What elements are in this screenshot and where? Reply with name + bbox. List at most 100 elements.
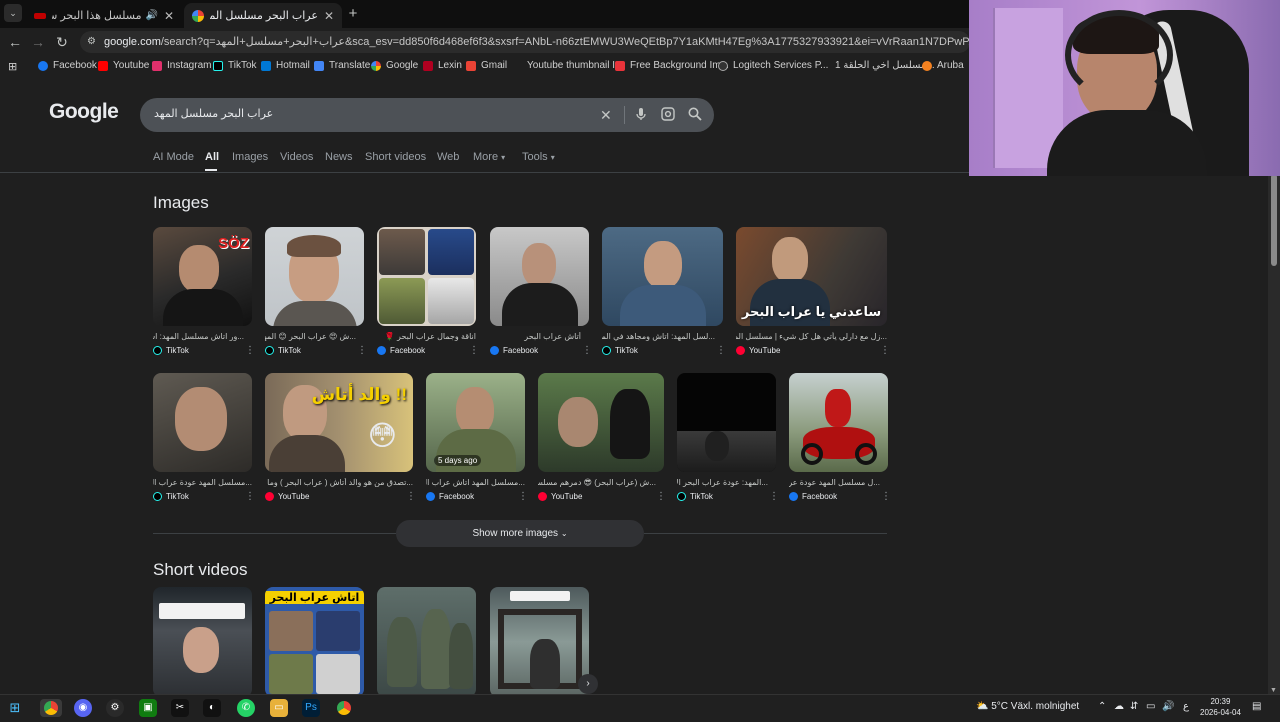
tab-more[interactable]: More ▾ — [473, 151, 505, 163]
thumbnail[interactable] — [789, 373, 888, 472]
language-indicator[interactable]: ع — [1183, 701, 1189, 712]
image-source[interactable]: Facebook — [426, 492, 474, 501]
bookmark-youtube[interactable]: Youtube — [98, 60, 149, 71]
image-source[interactable]: YouTube — [736, 346, 780, 355]
image-result-6[interactable]: ساعدني يا عراب البحر ...زل مع دارلي يأتي… — [736, 227, 890, 357]
image-source[interactable]: Facebook — [377, 346, 425, 355]
image-result-7[interactable]: ...مسلسل المهد عودة عراب البحر TikTok ⋮ — [153, 373, 255, 503]
short-video-3[interactable] — [377, 587, 476, 694]
more-options-icon[interactable]: ⋮ — [880, 345, 890, 356]
thumbnail[interactable] — [602, 227, 723, 326]
lens-icon[interactable] — [661, 107, 675, 124]
thumbnail[interactable] — [490, 227, 589, 326]
thumbnail[interactable]: SÖZ — [153, 227, 252, 326]
bookmark-tiktok[interactable]: TikTok — [213, 60, 257, 71]
tab-images[interactable]: Images — [232, 151, 268, 163]
tray-chevron-icon[interactable]: ⌃ — [1098, 701, 1106, 712]
volume-icon[interactable]: 🔊 — [1162, 701, 1174, 712]
notifications-icon[interactable]: ▤ — [1252, 701, 1261, 712]
thumbnail[interactable] — [490, 587, 589, 694]
image-result-1[interactable]: SÖZ ...ور اتاش مسلسل المهد: استحر TikTok… — [153, 227, 255, 357]
more-options-icon[interactable]: ⋮ — [769, 491, 779, 502]
image-result-10[interactable]: ...ش (عراب البحر) 😎 دمرهم مسلسل YouTube … — [538, 373, 666, 503]
thumbnail[interactable] — [377, 587, 476, 694]
image-source[interactable]: TikTok — [677, 492, 713, 501]
scrollbar-thumb[interactable] — [1271, 174, 1277, 266]
bookmark-gmail[interactable]: Gmail — [466, 60, 507, 71]
windows-start-icon[interactable]: ⊞ — [6, 699, 24, 717]
monitor-icon[interactable]: ▭ — [1146, 701, 1155, 712]
image-source[interactable]: TikTok — [602, 346, 638, 355]
bookmark-free-background[interactable]: Free Background Im... — [615, 60, 729, 71]
search-query[interactable]: عراب البحر مسلسل المهد — [154, 107, 273, 120]
image-result-9[interactable]: 5 days ago ...مسلسل المهد اتاش عراب البح… — [426, 373, 528, 503]
weather-widget[interactable]: ⛅ 5°C Växl. molnighet — [976, 701, 1079, 712]
tab-search-button[interactable]: ⌄ — [4, 4, 22, 22]
image-result-4[interactable]: أتاش عراب البحر Facebook ⋮ — [490, 227, 592, 357]
more-options-icon[interactable]: ⋮ — [357, 345, 367, 356]
thumbnail[interactable] — [377, 227, 476, 326]
chrome-second-icon[interactable] — [335, 699, 353, 717]
image-source[interactable]: YouTube — [265, 492, 309, 501]
image-source[interactable]: TikTok — [153, 492, 189, 501]
thumbnail[interactable] — [153, 587, 252, 694]
image-result-11[interactable]: ...المهد: عودة عراب البحر الأ TikTok ⋮ — [677, 373, 779, 503]
search-icon[interactable] — [688, 107, 702, 124]
search-box[interactable]: عراب البحر مسلسل المهد ✕ — [140, 98, 714, 132]
thumbnail[interactable] — [677, 373, 776, 472]
photoshop-icon[interactable]: Ps — [302, 699, 320, 717]
discord-icon[interactable]: ◉ — [74, 699, 92, 717]
more-options-icon[interactable]: ⋮ — [245, 345, 255, 356]
image-result-12[interactable]: ...ل مسلسل المهد عودة عراب البحر Faceboo… — [789, 373, 891, 503]
carousel-next-button[interactable]: › — [578, 674, 598, 694]
google-logo[interactable]: Google — [49, 100, 119, 124]
more-options-icon[interactable]: ⋮ — [582, 345, 592, 356]
thumbnail[interactable] — [265, 227, 364, 326]
chrome-taskbar-icon[interactable] — [40, 699, 62, 717]
tab-tools[interactable]: Tools ▾ — [522, 151, 555, 163]
bookmark-series[interactable]: مسلسل اخي الحلقة 1... — [835, 60, 935, 71]
more-options-icon[interactable]: ⋮ — [406, 491, 416, 502]
steam-icon[interactable]: ⚙ — [106, 699, 124, 717]
bookmark-lexin[interactable]: Lexin — [423, 60, 462, 71]
bookmark-logitech[interactable]: Logitech Services P... — [718, 60, 828, 71]
tab-videos[interactable]: Videos — [280, 151, 313, 163]
bookmark-google[interactable]: Google — [371, 60, 418, 71]
capcut-icon[interactable]: ✂ — [171, 699, 189, 717]
more-options-icon[interactable]: ⋮ — [469, 345, 479, 356]
close-tab-icon[interactable]: ✕ — [164, 9, 174, 23]
clock[interactable]: 20:39 2026-04-04 — [1200, 696, 1241, 718]
more-options-icon[interactable]: ⋮ — [518, 491, 528, 502]
tab-ai-mode[interactable]: AI Mode — [153, 151, 194, 163]
image-result-2[interactable]: ...ش 😍 عراب البحر 😊 المهد TikTok ⋮ — [265, 227, 367, 357]
back-icon[interactable]: ← — [5, 32, 25, 52]
bookmark-translate[interactable]: Translate — [314, 60, 370, 71]
microphone-icon[interactable] — [636, 107, 646, 124]
forward-icon[interactable]: → — [28, 32, 48, 52]
thumbnail[interactable]: 5 days ago — [426, 373, 525, 472]
bookmark-instagram[interactable]: Instagram — [152, 60, 211, 71]
thumbnail[interactable]: !! والد أتاش 😳 — [265, 373, 413, 472]
image-result-5[interactable]: ...لسل المهد: اتاش ومجاهد في المهد مع Ti… — [602, 227, 726, 357]
image-source[interactable]: TikTok — [153, 346, 189, 355]
image-result-3[interactable]: اناقة وجمال عراب البحر 🌹 Facebook ⋮ — [377, 227, 479, 357]
media-app-icon[interactable]: ◐ — [203, 699, 221, 717]
new-tab-button[interactable]: + — [343, 4, 363, 24]
network-icon[interactable]: ☁ — [1114, 701, 1124, 712]
image-source[interactable]: Facebook — [789, 492, 837, 501]
whatsapp-icon[interactable]: ✆ — [237, 699, 255, 717]
scroll-down-icon[interactable]: ▼ — [1270, 687, 1277, 694]
thumbnail[interactable]: اتاش عراب البحر — [265, 587, 364, 694]
tab-all[interactable]: All — [205, 151, 219, 163]
file-explorer-icon[interactable]: ▭ — [270, 699, 288, 717]
more-options-icon[interactable]: ⋮ — [881, 491, 891, 502]
tab-news[interactable]: News — [325, 151, 353, 163]
tab-1[interactable]: مسلسل هذا البحر سوف يفيض 🔊 ✕ — [26, 3, 182, 28]
thumbnail[interactable] — [538, 373, 664, 472]
bookmark-yt-thumbnail[interactable]: Youtube thumbnail I... — [527, 60, 623, 71]
image-result-8[interactable]: !! والد أتاش 😳 ...تصدق من هو والد أتاش (… — [265, 373, 416, 503]
apps-icon[interactable]: ⊞ — [8, 60, 17, 73]
site-info-icon[interactable]: ⚙ — [87, 31, 96, 53]
bookmark-hotmail[interactable]: Hotmail — [261, 60, 310, 71]
clear-icon[interactable]: ✕ — [600, 107, 612, 124]
